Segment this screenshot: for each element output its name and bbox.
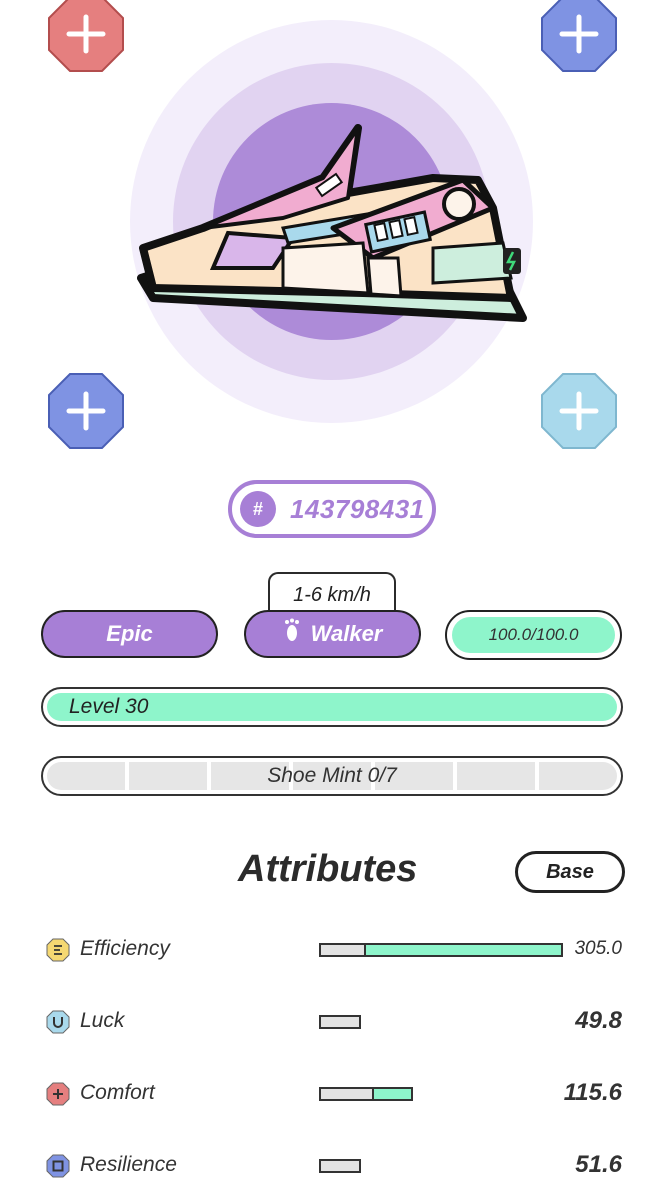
resilience-icon: [46, 1154, 70, 1178]
gem-socket-bottom-left[interactable]: [47, 372, 125, 450]
luck-icon: [46, 1010, 70, 1034]
gem-socket-top-left[interactable]: [47, 0, 125, 73]
attribute-bar: [319, 1159, 361, 1173]
rarity-badge: Epic: [41, 610, 218, 658]
footprint-icon: [283, 613, 301, 657]
plus-icon: [48, 373, 124, 449]
attribute-value: 51.6: [575, 1151, 622, 1179]
sneaker-image: [137, 124, 527, 322]
durability-value: 100.0/100.0: [452, 617, 615, 653]
sneaker-type-badge: Walker: [244, 610, 421, 658]
shoe-mint-label: Shoe Mint 0/7: [267, 764, 397, 787]
sneaker-type-label: Walker: [310, 621, 383, 646]
efficiency-icon: [46, 938, 70, 962]
attribute-name: Resilience: [80, 1153, 177, 1176]
rarity-label: Epic: [106, 621, 153, 646]
attribute-name: Comfort: [80, 1081, 155, 1104]
attribute-bonus-fill: [372, 1089, 411, 1099]
base-toggle-button[interactable]: Base: [515, 851, 625, 893]
plus-icon: [48, 0, 124, 72]
sneaker-id-number: 143798431: [290, 494, 425, 524]
gem-socket-top-right[interactable]: [540, 0, 618, 73]
attribute-bar: [319, 1087, 413, 1101]
plus-icon: [541, 0, 617, 72]
attribute-bar: [319, 1015, 361, 1029]
hash-icon: #: [240, 491, 276, 527]
level-bar: Level 30: [41, 687, 623, 727]
sneaker-id-badge: # 143798431: [228, 480, 436, 538]
attribute-bonus-fill: [364, 945, 561, 955]
durability-bar: 100.0/100.0: [445, 610, 622, 660]
plus-icon: [541, 373, 617, 449]
shoe-mint-bar: Shoe Mint 0/7: [41, 756, 623, 796]
attribute-value: 305.0: [574, 938, 622, 960]
level-label: Level 30: [69, 695, 149, 718]
attribute-value: 49.8: [575, 1007, 622, 1035]
attributes-title: Attributes: [238, 848, 418, 890]
attribute-name: Luck: [80, 1009, 125, 1032]
attribute-bar: [319, 943, 563, 957]
comfort-icon: [46, 1082, 70, 1106]
attribute-name: Efficiency: [80, 937, 170, 960]
gem-socket-bottom-right[interactable]: [540, 372, 618, 450]
attribute-value: 115.6: [563, 1079, 622, 1107]
